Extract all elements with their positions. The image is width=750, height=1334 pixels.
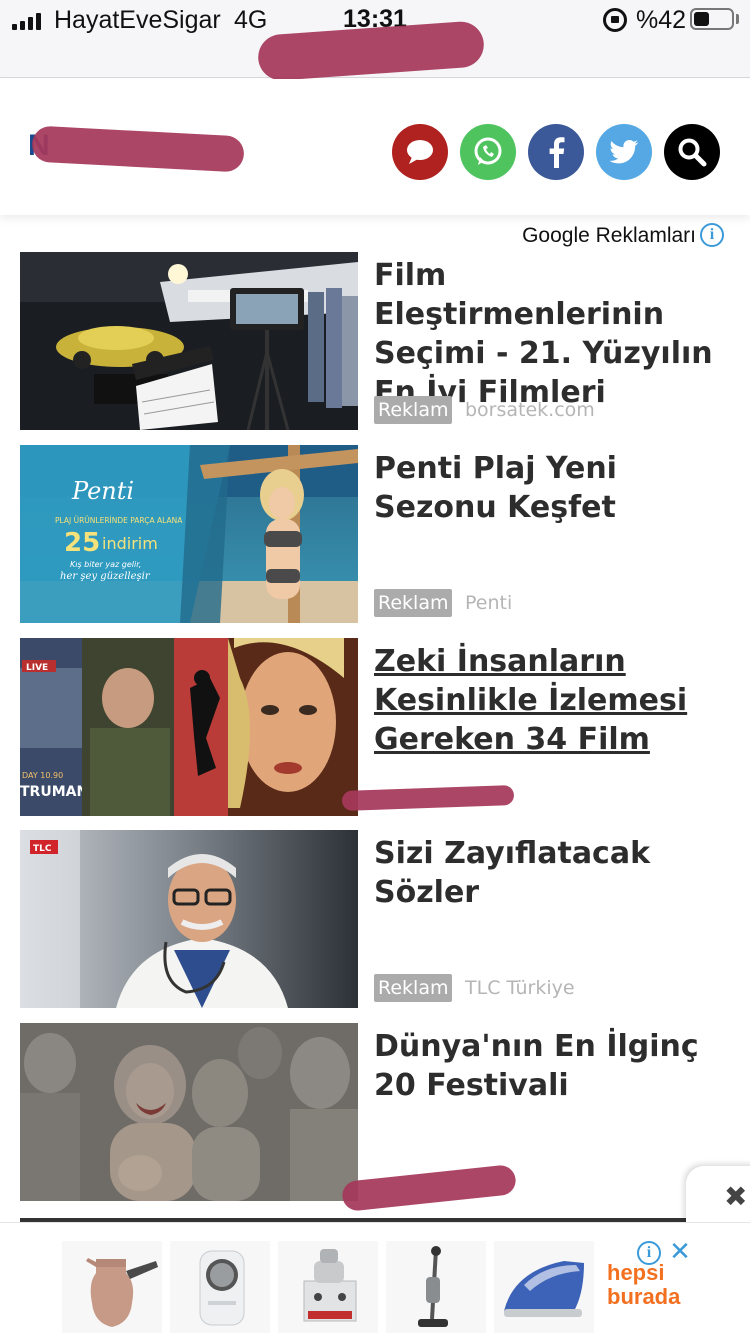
- vacuum-cleaner-icon: [418, 1246, 448, 1327]
- ad-image: TLC: [20, 830, 358, 1008]
- brand-line-1: hepsi: [607, 1260, 665, 1285]
- ad-card[interactable]: Dünya'nın En İlginç 20 Festivali: [20, 1023, 726, 1213]
- whatsapp-button[interactable]: [460, 124, 516, 180]
- redaction-scribble: [31, 125, 245, 173]
- rotation-lock-icon: [603, 8, 627, 32]
- info-icon[interactable]: i: [700, 223, 724, 247]
- ad-card[interactable]: TLC Sizi Zayıflatacak Sözler Reklam TLC …: [20, 830, 726, 1008]
- ad-title[interactable]: Sizi Zayıflatacak Sözler: [374, 834, 730, 912]
- brand-line-2: burada: [607, 1284, 681, 1309]
- ad-card[interactable]: Penti PLAJ ÜRÜNLERİNDE PARÇA ALANA 25 in…: [20, 445, 726, 623]
- site-logo[interactable]: N: [28, 125, 248, 173]
- bottom-banner-ad[interactable]: i ✕ hepsi burada: [0, 1222, 750, 1334]
- ad-card[interactable]: LIVE DAY 10.90 TRUMAN Zeki İnsanların Ke…: [20, 638, 726, 816]
- battery-percent: %42: [636, 6, 687, 34]
- steam-iron-icon: [504, 1261, 584, 1317]
- search-icon: [678, 138, 707, 167]
- ad-image: [20, 1023, 358, 1201]
- facebook-button[interactable]: [528, 124, 584, 180]
- ad-source: TLC Türkiye: [465, 977, 575, 999]
- ad-title[interactable]: Penti Plaj Yeni Sezonu Keşfet: [374, 449, 730, 527]
- penti-image-percent: 25: [64, 528, 100, 558]
- mud-festival-image: [20, 1023, 358, 1201]
- tlc-doctor-image: TLC: [20, 830, 358, 1008]
- coffee-pot-icon: [86, 1258, 158, 1327]
- product-tea-machine[interactable]: [278, 1241, 378, 1333]
- ad-title[interactable]: Zeki İnsanların Kesinlikle İzlemesi Gere…: [374, 642, 730, 759]
- product-vacuum-cleaner[interactable]: [386, 1241, 486, 1333]
- product-coffee-pot[interactable]: [62, 1241, 162, 1333]
- battery-icon: [690, 8, 734, 30]
- battery-tip: [736, 14, 739, 24]
- penti-image-brand: Penti: [71, 477, 134, 505]
- penti-image-line2: Kış biter yaz gelir,: [70, 560, 141, 569]
- redaction-scribble: [340, 1163, 518, 1213]
- collage-tag-day: DAY 10.90: [22, 771, 63, 780]
- tlc-logo: TLC: [33, 844, 52, 854]
- ad-badge: Reklam: [374, 974, 453, 1002]
- search-button[interactable]: [664, 124, 720, 180]
- redaction-scribble: [341, 785, 515, 811]
- ad-badge: Reklam: [374, 396, 453, 424]
- penti-image-line3: her şey güzelleşir: [60, 571, 151, 582]
- close-ad-button[interactable]: ✖: [686, 1166, 750, 1230]
- brand-logo[interactable]: hepsi burada: [607, 1261, 680, 1309]
- penti-swimwear-image: Penti PLAJ ÜRÜNLERİNDE PARÇA ALANA 25 in…: [20, 445, 358, 623]
- film-set-image: [20, 252, 358, 430]
- air-cooler-icon: [199, 1250, 245, 1326]
- ad-title[interactable]: Dünya'nın En İlginç 20 Festivali: [374, 1027, 730, 1105]
- comment-button[interactable]: [392, 124, 448, 180]
- twitter-icon: [609, 140, 638, 164]
- whatsapp-icon: [474, 137, 502, 165]
- twitter-button[interactable]: [596, 124, 652, 180]
- ad-image: [20, 252, 358, 430]
- close-icon: ✖: [724, 1180, 748, 1213]
- product-air-cooler[interactable]: [170, 1241, 270, 1333]
- facebook-icon: [549, 137, 565, 168]
- ad-card[interactable]: Film Eleştirmenlerinin Seçimi - 21. Yüzy…: [20, 252, 726, 430]
- site-header: N: [0, 79, 750, 215]
- collage-tag-truman: TRUMAN: [20, 784, 88, 800]
- tea-machine-icon: [303, 1249, 357, 1322]
- comment-icon: [407, 140, 433, 164]
- product-steam-iron[interactable]: [494, 1241, 594, 1333]
- ad-badge: Reklam: [374, 589, 453, 617]
- penti-image-discount: indirim: [102, 534, 158, 553]
- ad-image: Penti PLAJ ÜRÜNLERİNDE PARÇA ALANA 25 in…: [20, 445, 358, 623]
- ads-label: Google Reklamları: [522, 224, 696, 247]
- movie-collage-image: LIVE DAY 10.90 TRUMAN: [20, 638, 358, 816]
- collage-tag-live: LIVE: [26, 663, 48, 673]
- penti-image-line1: PLAJ ÜRÜNLERİNDE PARÇA ALANA: [55, 516, 183, 525]
- ad-source: borsatek.com: [465, 399, 595, 421]
- ad-title[interactable]: Film Eleştirmenlerinin Seçimi - 21. Yüzy…: [374, 256, 730, 412]
- ad-image: LIVE DAY 10.90 TRUMAN: [20, 638, 358, 816]
- battery-level: [694, 12, 709, 26]
- ad-source: Penti: [465, 592, 513, 614]
